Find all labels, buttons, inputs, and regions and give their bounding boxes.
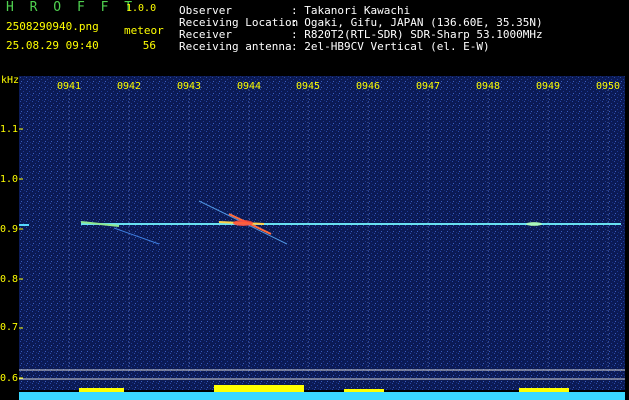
x-tick-label: 0942 xyxy=(117,81,141,92)
x-tick-label: 0948 xyxy=(476,81,500,92)
app-version: 1.0.0 xyxy=(126,3,157,14)
y-tick-label: 0.6 xyxy=(0,373,19,384)
x-tick-label: 0946 xyxy=(356,81,380,92)
x-tick-label: 0947 xyxy=(416,81,440,92)
meta-label-antenna: Receiving antenna xyxy=(179,40,292,53)
app-logo: H R O F F T xyxy=(6,0,137,15)
spectrogram-canvas: 0941 0942 0943 0944 0945 0946 0947 0948 … xyxy=(19,76,625,400)
y-tick-label: 1.1 xyxy=(0,124,19,135)
y-axis-unit: kHz xyxy=(1,75,20,86)
x-tick-label: 0944 xyxy=(237,81,261,92)
meta-value-antenna: : 2el-HB9CV Vertical (el. E-W) xyxy=(291,40,490,53)
header: H R O F F T 1.0.0 2508290940.png 25.08.2… xyxy=(0,0,629,76)
x-tick-label: 0945 xyxy=(296,81,320,92)
y-tick-label: 1.0 xyxy=(0,174,19,185)
meteor-count: 56 xyxy=(142,39,156,52)
meteor-label: meteor xyxy=(124,24,164,37)
capture-datetime: 25.08.29 09:40 xyxy=(6,39,99,52)
x-tick-label: 0943 xyxy=(177,81,201,92)
y-tick-label: 0.7 xyxy=(0,322,19,333)
capture-filename: 2508290940.png xyxy=(6,20,99,33)
x-tick-label: 0941 xyxy=(57,81,81,92)
meteor-echo xyxy=(526,222,542,226)
y-tick-label: 0.8 xyxy=(0,274,19,285)
spectrogram: 0941 0942 0943 0944 0945 0946 0947 0948 … xyxy=(19,76,625,400)
x-tick-label: 0950 xyxy=(596,81,620,92)
y-tick-label: 0.9 xyxy=(0,224,19,235)
x-tick-label: 0949 xyxy=(536,81,560,92)
